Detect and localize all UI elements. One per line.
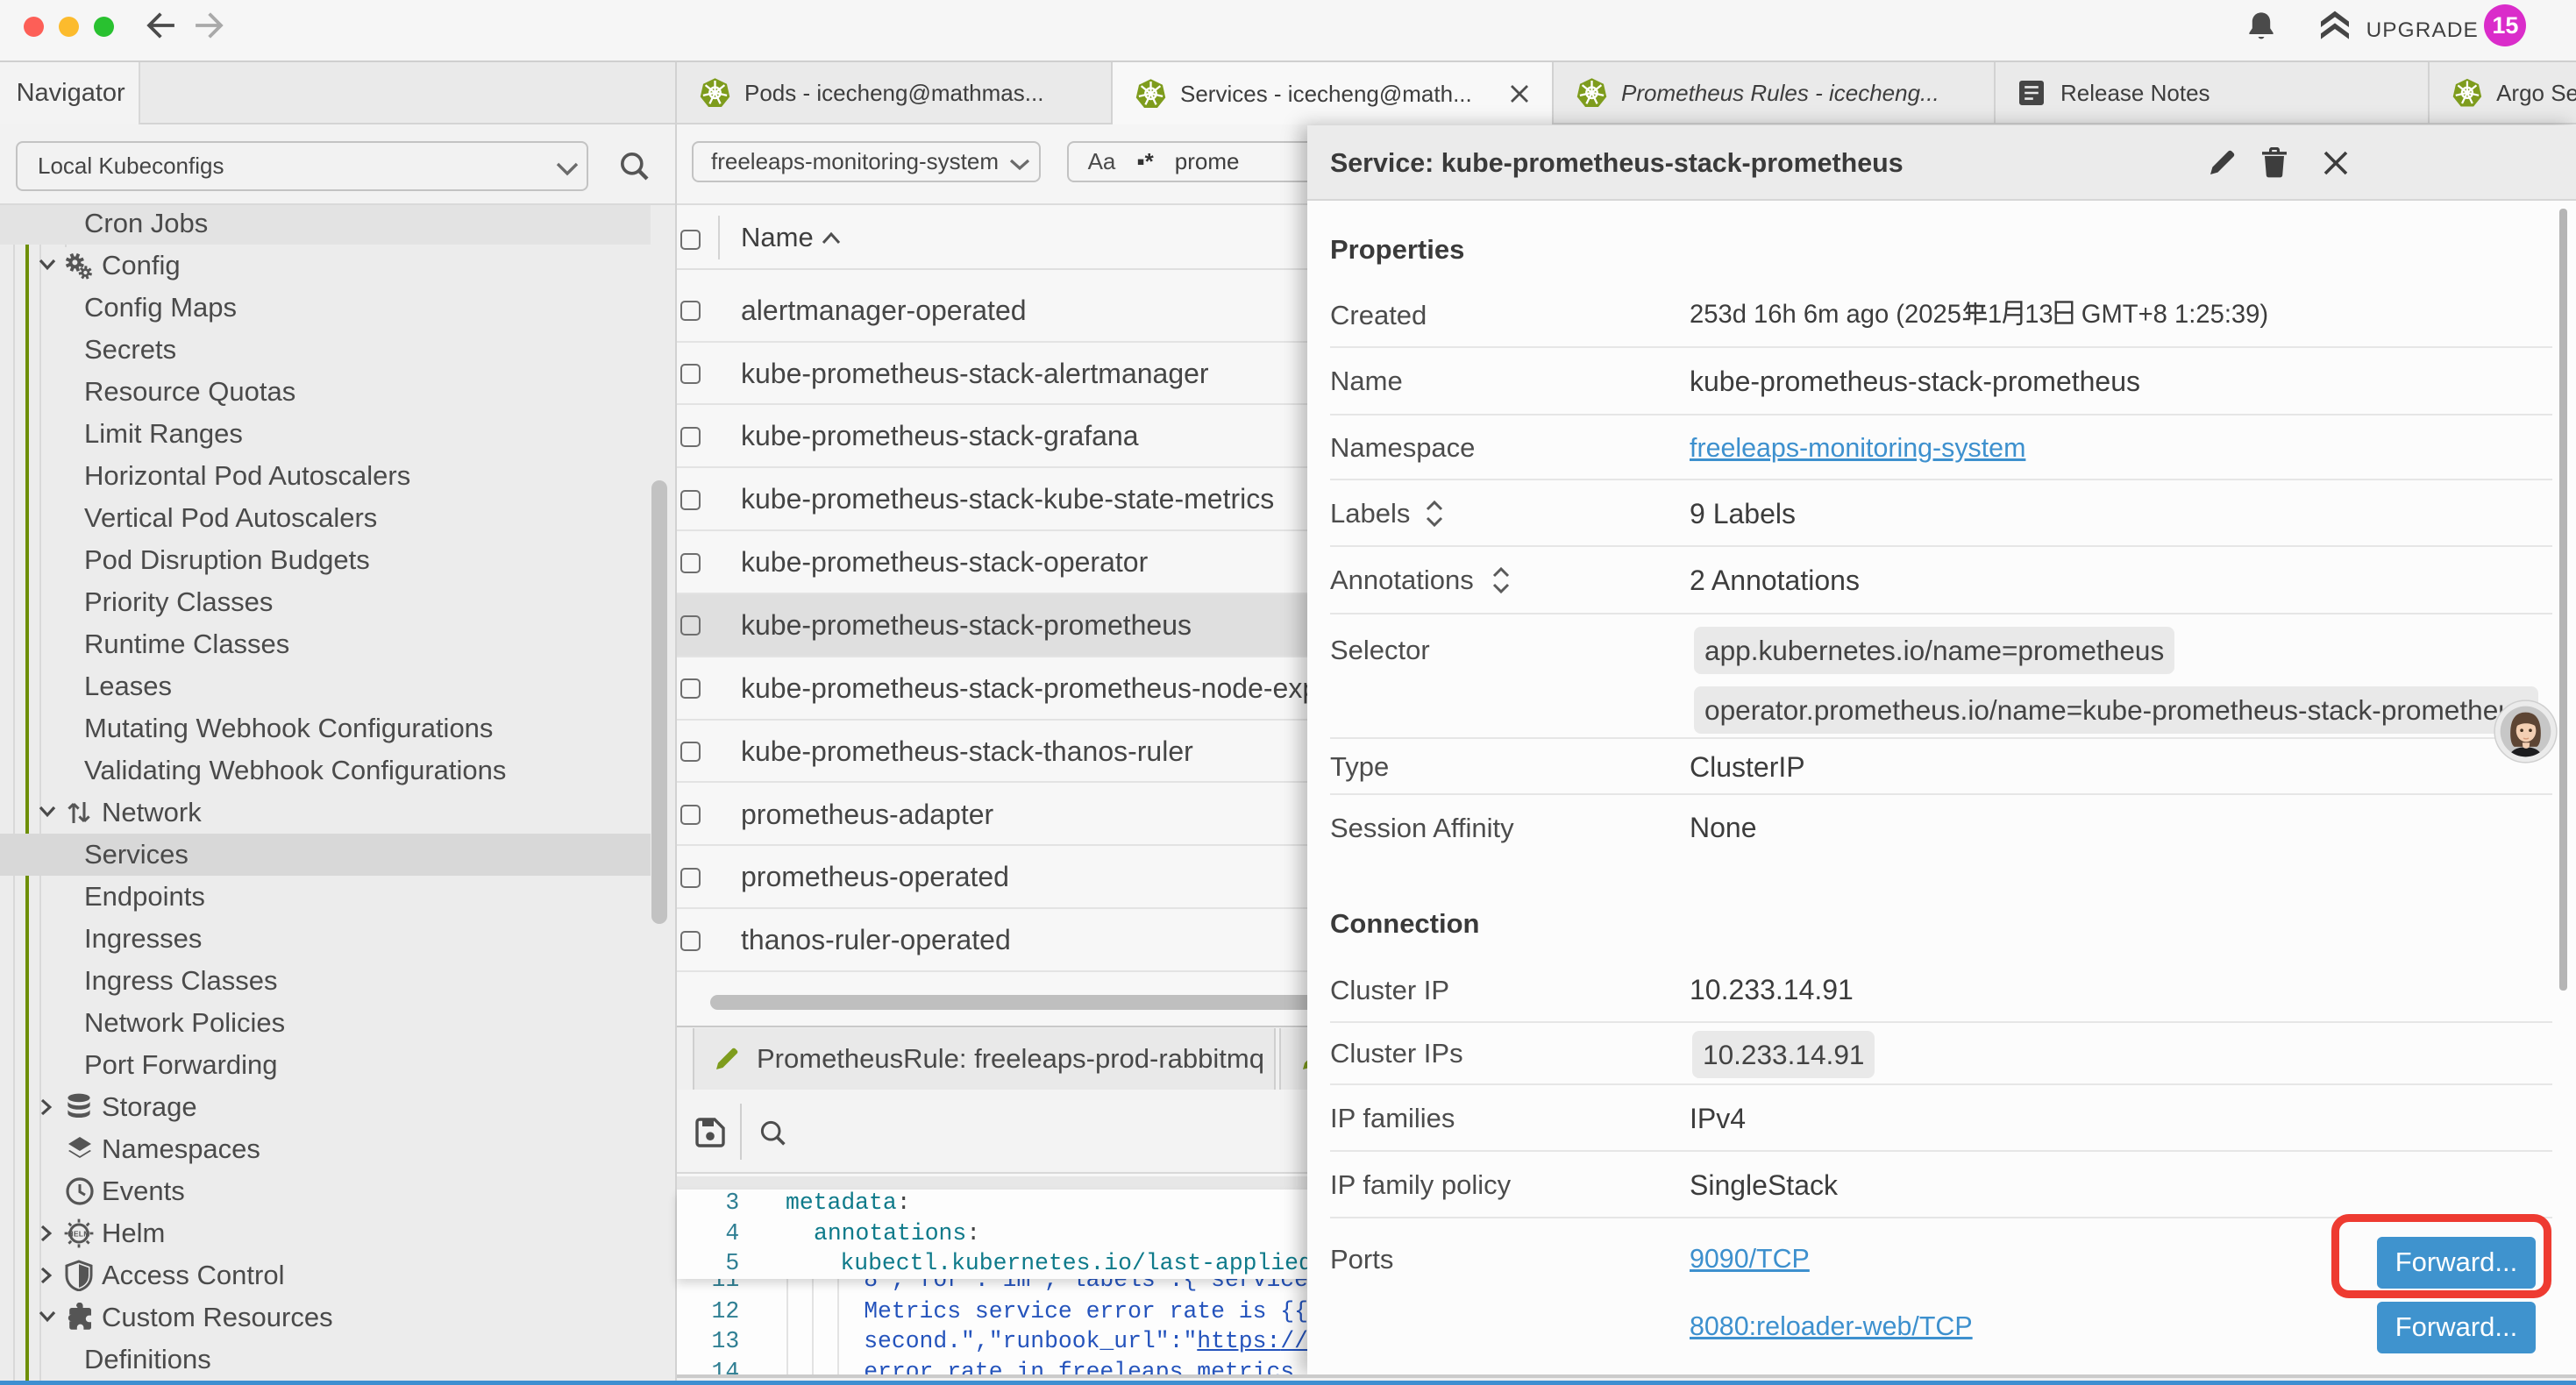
svg-text:HELM: HELM: [68, 1229, 89, 1238]
